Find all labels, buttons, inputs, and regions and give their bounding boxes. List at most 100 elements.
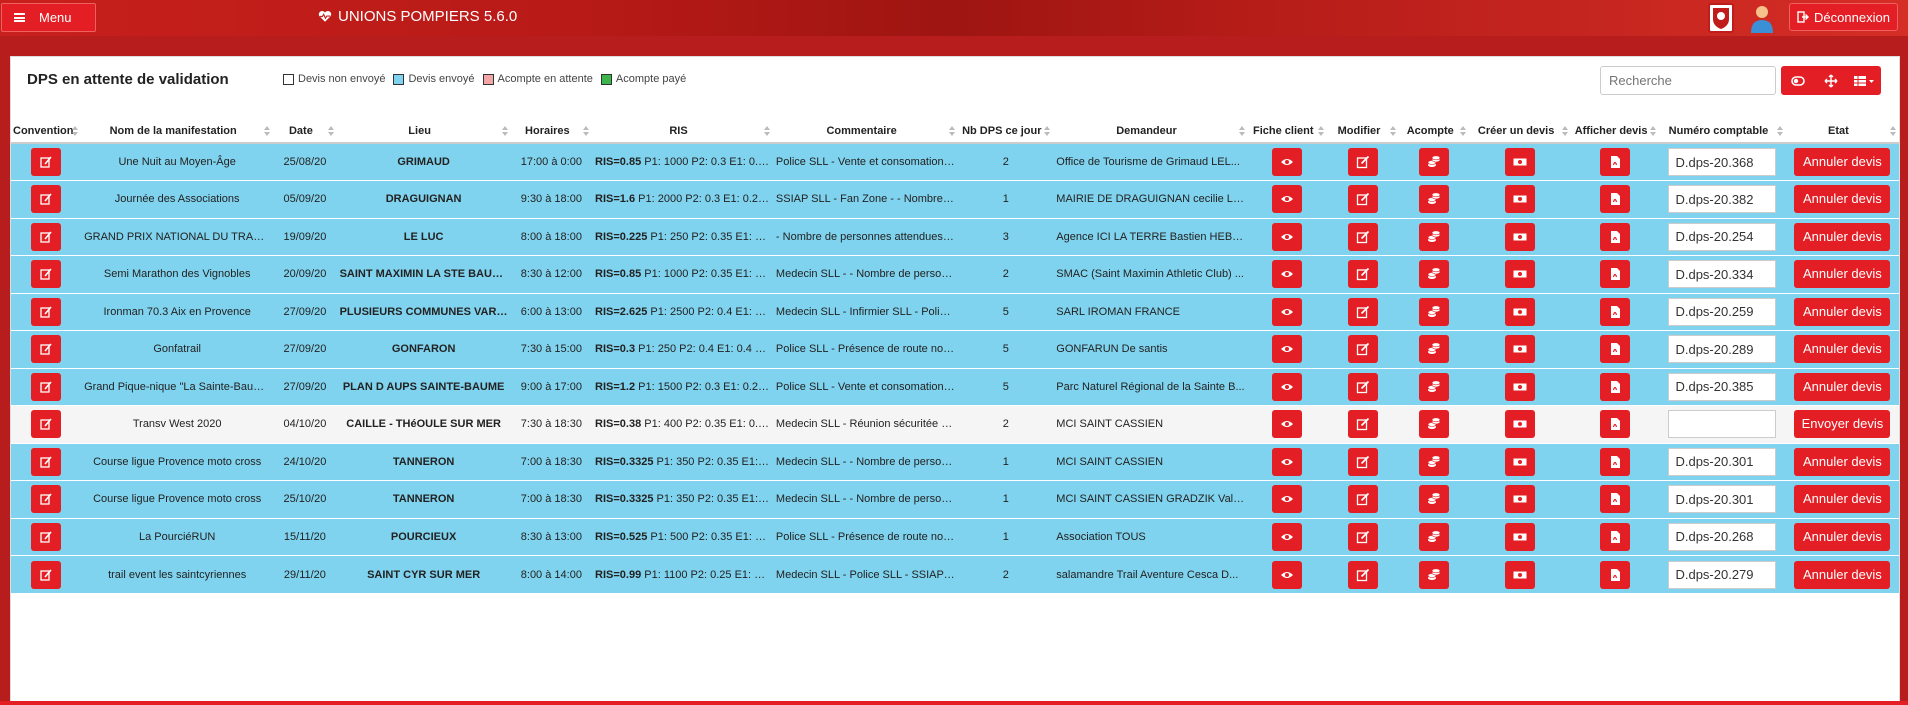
- modifier-button[interactable]: [1348, 410, 1379, 439]
- convention-button[interactable]: [31, 560, 62, 589]
- etat-action-button[interactable]: Annuler devis: [1794, 335, 1891, 364]
- column-header[interactable]: Fiche client: [1247, 119, 1327, 144]
- modifier-button[interactable]: [1348, 485, 1379, 514]
- etat-action-button[interactable]: Annuler devis: [1794, 148, 1891, 176]
- numero-comptable-input[interactable]: [1668, 260, 1777, 289]
- modifier-button[interactable]: [1348, 297, 1379, 326]
- modifier-button[interactable]: [1348, 447, 1379, 476]
- etat-action-button[interactable]: Annuler devis: [1794, 297, 1891, 326]
- modifier-button[interactable]: [1348, 522, 1379, 551]
- fiche-client-button[interactable]: [1272, 222, 1303, 251]
- convention-button[interactable]: [31, 335, 62, 364]
- convention-button[interactable]: [31, 447, 62, 476]
- creer-devis-button[interactable]: [1505, 485, 1536, 514]
- table-row[interactable]: Journée des Associations 05/09/20 DRAGUIGN…: [11, 180, 1899, 218]
- numero-comptable-input[interactable]: [1668, 447, 1777, 476]
- acompte-button[interactable]: [1419, 148, 1450, 176]
- table-row[interactable]: trail event les saintcyriennes 29/11/20 SA…: [11, 555, 1899, 593]
- modifier-button[interactable]: [1348, 335, 1379, 364]
- creer-devis-button[interactable]: [1505, 185, 1536, 214]
- creer-devis-button[interactable]: [1505, 335, 1536, 364]
- numero-comptable-input[interactable]: [1668, 410, 1777, 439]
- afficher-devis-button[interactable]: [1600, 372, 1631, 401]
- creer-devis-button[interactable]: [1505, 297, 1536, 326]
- column-header[interactable]: Commentaire: [772, 119, 959, 144]
- afficher-devis-button[interactable]: [1600, 260, 1631, 289]
- acompte-button[interactable]: [1419, 297, 1450, 326]
- modifier-button[interactable]: [1348, 185, 1379, 214]
- column-header[interactable]: Date: [273, 119, 337, 144]
- convention-button[interactable]: [31, 522, 62, 551]
- acompte-button[interactable]: [1419, 260, 1450, 289]
- acompte-button[interactable]: [1419, 485, 1450, 514]
- creer-devis-button[interactable]: [1505, 148, 1536, 176]
- modifier-button[interactable]: [1348, 372, 1379, 401]
- afficher-devis-button[interactable]: [1600, 148, 1631, 176]
- modifier-button[interactable]: [1348, 260, 1379, 289]
- creer-devis-button[interactable]: [1505, 260, 1536, 289]
- logout-button[interactable]: Déconnexion: [1789, 3, 1898, 31]
- toggle-button[interactable]: [1781, 66, 1814, 95]
- convention-button[interactable]: [31, 148, 62, 176]
- etat-action-button[interactable]: Annuler devis: [1794, 222, 1891, 251]
- column-header[interactable]: Convention: [11, 119, 82, 144]
- convention-button[interactable]: [31, 260, 62, 289]
- fiche-client-button[interactable]: [1272, 335, 1303, 364]
- fiche-client-button[interactable]: [1272, 447, 1303, 476]
- creer-devis-button[interactable]: [1505, 372, 1536, 401]
- table-row[interactable]: Gonfatrail 27/09/20 GONFARON 7:30 à 15:00 RI…: [11, 330, 1899, 368]
- numero-comptable-input[interactable]: [1668, 560, 1777, 589]
- fiche-client-button[interactable]: [1272, 522, 1303, 551]
- afficher-devis-button[interactable]: [1600, 185, 1631, 214]
- afficher-devis-button[interactable]: [1600, 447, 1631, 476]
- creer-devis-button[interactable]: [1505, 560, 1536, 589]
- column-header[interactable]: RIS: [592, 119, 773, 144]
- etat-action-button[interactable]: Annuler devis: [1794, 372, 1891, 401]
- afficher-devis-button[interactable]: [1600, 335, 1631, 364]
- table-row[interactable]: Grand Pique-nique "La Sainte-Baum... 27/0…: [11, 367, 1899, 406]
- column-header[interactable]: Horaires: [510, 119, 593, 144]
- column-header[interactable]: Modifier: [1326, 119, 1400, 144]
- fiche-client-button[interactable]: [1272, 485, 1303, 514]
- fiche-client-button[interactable]: [1272, 185, 1303, 214]
- table-row[interactable]: Transv West 2020 04/10/20 CAILLE - THéOULE…: [11, 405, 1899, 443]
- acompte-button[interactable]: [1419, 335, 1450, 364]
- etat-action-button[interactable]: Annuler devis: [1794, 560, 1891, 589]
- table-row[interactable]: La PourciéRUN 15/11/20 POURCIEUX 8:30 à 13:…: [11, 517, 1899, 556]
- etat-action-button[interactable]: Envoyer devis: [1794, 410, 1891, 439]
- numero-comptable-input[interactable]: [1668, 148, 1777, 176]
- convention-button[interactable]: [31, 185, 62, 214]
- acompte-button[interactable]: [1419, 560, 1450, 589]
- fiche-client-button[interactable]: [1272, 297, 1303, 326]
- acompte-button[interactable]: [1419, 410, 1450, 439]
- numero-comptable-input[interactable]: [1668, 372, 1777, 401]
- acompte-button[interactable]: [1419, 185, 1450, 214]
- afficher-devis-button[interactable]: [1600, 222, 1631, 251]
- table-row[interactable]: Course ligue Provence moto cross 25/10/20…: [11, 480, 1899, 518]
- convention-button[interactable]: [31, 222, 62, 251]
- fiche-client-button[interactable]: [1272, 410, 1303, 439]
- numero-comptable-input[interactable]: [1668, 335, 1777, 364]
- table-row[interactable]: Une Nuit au Moyen-Âge 25/08/20 GRIMAUD 17:0…: [11, 142, 1899, 181]
- numero-comptable-input[interactable]: [1668, 485, 1777, 514]
- modifier-button[interactable]: [1348, 222, 1379, 251]
- creer-devis-button[interactable]: [1505, 522, 1536, 551]
- fiche-client-button[interactable]: [1272, 260, 1303, 289]
- numero-comptable-input[interactable]: [1668, 222, 1777, 251]
- convention-button[interactable]: [31, 410, 62, 439]
- afficher-devis-button[interactable]: [1600, 297, 1631, 326]
- creer-devis-button[interactable]: [1505, 447, 1536, 476]
- etat-action-button[interactable]: Annuler devis: [1794, 447, 1891, 476]
- column-header[interactable]: Demandeur: [1053, 119, 1248, 144]
- column-header[interactable]: Numéro comptable: [1659, 119, 1786, 144]
- column-header[interactable]: Nb DPS ce jour: [958, 119, 1054, 144]
- modifier-button[interactable]: [1348, 560, 1379, 589]
- fiche-client-button[interactable]: [1272, 148, 1303, 176]
- fiche-client-button[interactable]: [1272, 560, 1303, 589]
- afficher-devis-button[interactable]: [1600, 410, 1631, 439]
- table-row[interactable]: Course ligue Provence moto cross 24/10/20…: [11, 442, 1899, 481]
- column-header[interactable]: Acompte: [1399, 119, 1470, 144]
- etat-action-button[interactable]: Annuler devis: [1794, 260, 1891, 289]
- creer-devis-button[interactable]: [1505, 410, 1536, 439]
- move-button[interactable]: [1814, 66, 1847, 95]
